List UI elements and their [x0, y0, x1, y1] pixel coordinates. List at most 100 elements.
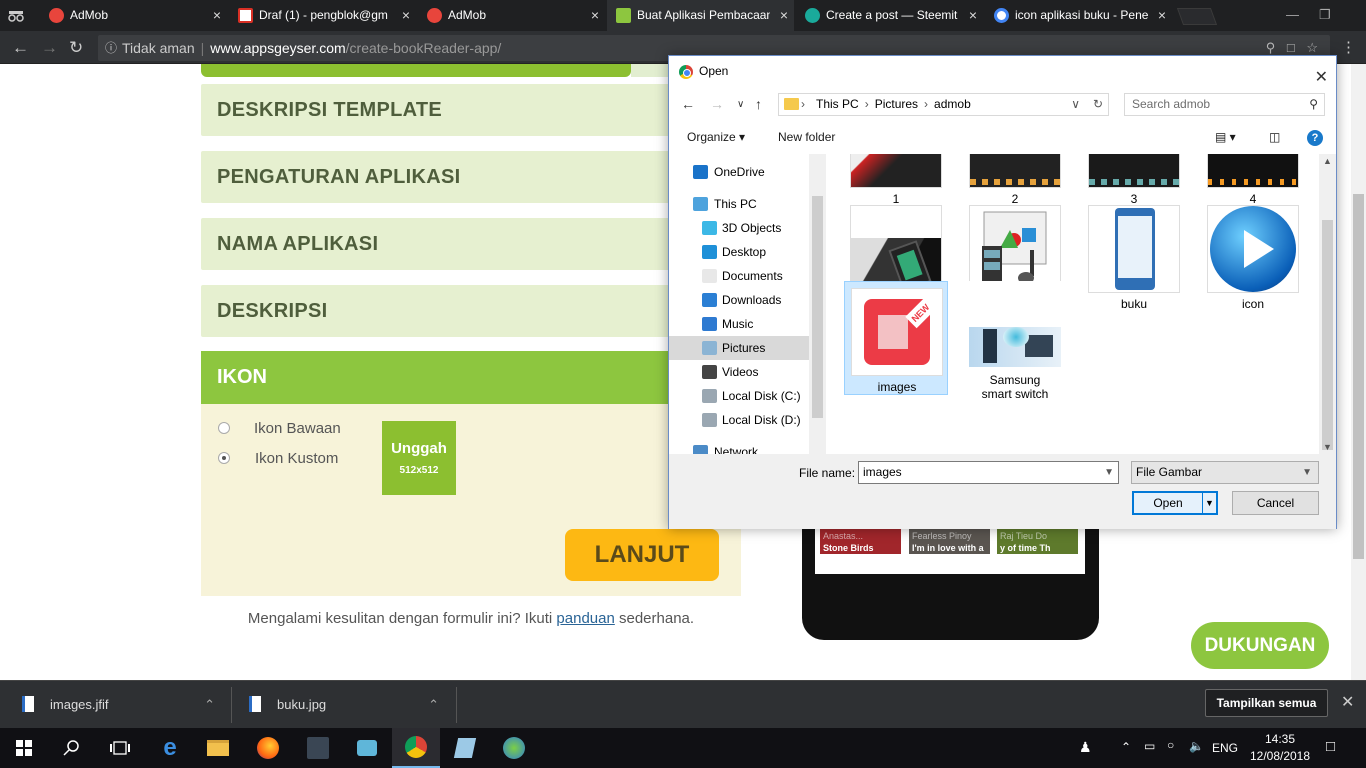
edge-taskbar-button[interactable]: e — [146, 728, 194, 768]
tab-steemit[interactable]: Create a post — Steemit × — [796, 0, 983, 31]
support-button[interactable]: DUKUNGAN — [1191, 622, 1329, 669]
chevron-down-icon[interactable]: ▼ — [1104, 462, 1114, 483]
minimize-icon[interactable]: — — [1286, 7, 1299, 22]
maximize-icon[interactable]: ❐ — [1319, 7, 1331, 23]
task-view-button[interactable] — [96, 728, 144, 768]
recent-dropdown-icon[interactable]: ∨ — [737, 99, 744, 110]
clock-time[interactable]: 14:35 — [1250, 732, 1310, 746]
search-button[interactable] — [48, 728, 96, 768]
open-split-dropdown-icon[interactable]: ▼ — [1202, 493, 1216, 513]
preview-pane-icon[interactable]: ◫ — [1269, 130, 1280, 144]
network-app-taskbar-button[interactable] — [490, 728, 538, 768]
close-icon[interactable]: ✕ — [1341, 692, 1354, 712]
up-icon[interactable]: ↑ — [755, 96, 762, 112]
new-tab-button[interactable] — [1176, 8, 1218, 25]
close-tab-icon[interactable]: × — [402, 0, 410, 31]
file-item-buku[interactable]: buku — [1082, 199, 1186, 313]
scroll-down-icon[interactable]: ▼ — [1323, 442, 1332, 452]
camera-taskbar-button[interactable] — [343, 728, 391, 768]
view-options-icon[interactable]: ▤ ▾ — [1215, 130, 1236, 144]
chevron-up-icon[interactable]: ⌃ — [204, 681, 215, 729]
battery-icon[interactable]: ▭ — [1144, 739, 1155, 753]
info-icon[interactable]: ⓘ — [105, 35, 117, 61]
refresh-icon[interactable]: ↻ — [1093, 94, 1103, 115]
close-tab-icon[interactable]: × — [591, 0, 599, 31]
download-item[interactable]: buku.jpg ⌃ — [249, 681, 439, 729]
scroll-up-icon[interactable]: ▲ — [1323, 156, 1332, 166]
nav-item-3d-objects[interactable]: 3D Objects — [669, 216, 809, 240]
firefox-taskbar-button[interactable] — [244, 728, 292, 768]
close-tab-icon[interactable]: × — [213, 0, 221, 31]
nav-item-network[interactable]: Network — [669, 440, 809, 454]
nav-item-local-disk-d[interactable]: Local Disk (D:) — [669, 408, 809, 432]
file-type-select[interactable]: File Gambar ▼ — [1131, 461, 1319, 484]
nav-item-downloads[interactable]: Downloads — [669, 288, 809, 312]
nav-item-onedrive[interactable]: OneDrive — [669, 160, 809, 184]
radio-ikon-bawaan[interactable] — [218, 422, 230, 434]
scrollbar-thumb[interactable] — [812, 196, 823, 418]
organize-button[interactable]: Organize ▾ — [687, 130, 745, 144]
close-tab-icon[interactable]: × — [969, 0, 977, 31]
nav-item-videos[interactable]: Videos — [669, 360, 809, 384]
reload-icon[interactable]: ↻ — [69, 38, 83, 58]
tab-admob-1[interactable]: AdMob × — [40, 0, 227, 31]
section-nama-aplikasi[interactable]: NAMA APLIKASI — [201, 218, 741, 270]
chevron-up-icon[interactable]: ⌃ — [428, 681, 439, 729]
upload-button[interactable]: Unggah 512x512 — [382, 421, 456, 495]
explorer-taskbar-button[interactable] — [194, 728, 242, 768]
app-taskbar-button[interactable] — [294, 728, 342, 768]
file-item-samsung-smart-switch[interactable]: Samsung smart switch — [963, 281, 1067, 409]
guide-link[interactable]: panduan — [556, 610, 614, 627]
back-icon[interactable]: ← — [12, 38, 29, 58]
section-pengaturan-aplikasi[interactable]: PENGATURAN APLIKASI — [201, 151, 741, 203]
language-indicator[interactable]: ENG — [1212, 741, 1238, 755]
scrollbar-thumb[interactable] — [1353, 194, 1364, 559]
section-deskripsi-template[interactable]: DESKRIPSI TEMPLATE — [201, 84, 741, 136]
download-item[interactable]: images.jfif ⌃ — [22, 681, 215, 729]
tab-appsgeyser[interactable]: Buat Aplikasi Pembacaan × — [607, 0, 794, 31]
file-list-scrollbar[interactable]: ▲ ▼ — [1319, 154, 1336, 454]
help-icon[interactable]: ? — [1307, 130, 1323, 146]
section-ikon[interactable]: IKON — [201, 351, 741, 404]
nav-scrollbar[interactable] — [809, 154, 825, 454]
breadcrumb-admob[interactable]: admob — [934, 97, 971, 111]
section-deskripsi[interactable]: DESKRIPSI — [201, 285, 741, 337]
chevron-up-icon[interactable]: ⌃ — [1121, 740, 1131, 754]
scrollbar-thumb[interactable] — [1322, 220, 1333, 450]
breadcrumb-pictures[interactable]: Pictures — [875, 97, 918, 111]
nav-item-music[interactable]: Music — [669, 312, 809, 336]
chrome-taskbar-button[interactable] — [392, 728, 440, 768]
file-item-images[interactable]: NEW images — [844, 281, 948, 395]
start-button[interactable] — [0, 728, 48, 768]
notifications-icon[interactable]: □ — [1326, 738, 1335, 755]
tab-google-search[interactable]: icon aplikasi buku - Pene × — [985, 0, 1172, 31]
nav-item-pictures[interactable]: Pictures — [669, 336, 809, 360]
address-breadcrumb[interactable]: › This PC › Pictures › admob ∨ ↻ — [778, 93, 1109, 116]
menu-icon[interactable]: ⋮ — [1341, 38, 1356, 56]
wifi-icon[interactable]: ○ — [1167, 738, 1174, 752]
close-tab-icon[interactable]: × — [1158, 0, 1166, 31]
translate-icon[interactable]: □ — [1287, 40, 1295, 55]
tab-gmail[interactable]: Draf (1) - pengblok@gm × — [229, 0, 416, 31]
page-scrollbar[interactable] — [1351, 64, 1366, 680]
new-folder-button[interactable]: New folder — [778, 130, 835, 144]
close-tab-icon[interactable]: × — [780, 0, 788, 31]
back-icon[interactable]: ← — [681, 96, 695, 112]
nav-item-this-pc[interactable]: This PC — [669, 192, 809, 216]
chevron-down-icon[interactable]: ∨ — [1071, 94, 1080, 115]
notepad-taskbar-button[interactable] — [441, 728, 489, 768]
show-all-downloads-button[interactable]: Tampilkan semua — [1205, 689, 1328, 717]
breadcrumb-this-pc[interactable]: This PC — [816, 97, 859, 111]
radio-ikon-kustom[interactable] — [218, 452, 230, 464]
key-icon[interactable]: ⚲ — [1266, 40, 1276, 55]
people-icon[interactable]: ♟ — [1079, 739, 1092, 756]
forward-icon[interactable]: → — [710, 96, 724, 112]
clock-date[interactable]: 12/08/2018 — [1245, 749, 1315, 763]
bookmark-star-icon[interactable]: ☆ — [1306, 40, 1318, 55]
nav-item-local-disk-c[interactable]: Local Disk (C:) — [669, 384, 809, 408]
tab-admob-2[interactable]: AdMob × — [418, 0, 605, 31]
nav-item-desktop[interactable]: Desktop — [669, 240, 809, 264]
volume-icon[interactable]: 🔈 — [1189, 739, 1204, 753]
file-item-icon[interactable]: icon — [1201, 199, 1305, 313]
nav-item-documents[interactable]: Documents — [669, 264, 809, 288]
